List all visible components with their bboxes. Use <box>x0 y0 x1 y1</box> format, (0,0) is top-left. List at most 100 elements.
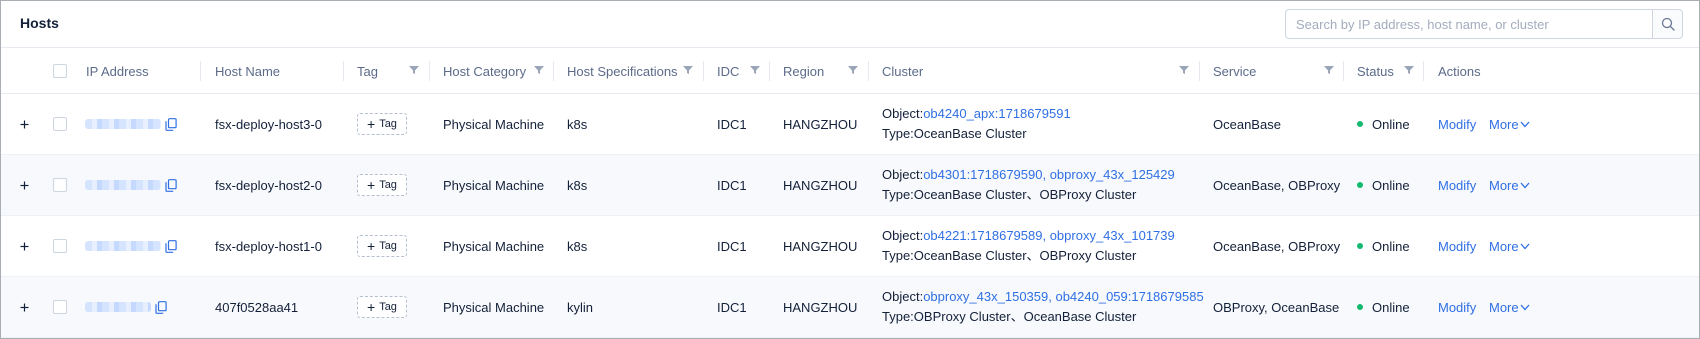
add-tag-button[interactable]: + Tag <box>357 113 407 135</box>
expand-cell <box>19 155 33 215</box>
copy-icon[interactable] <box>165 178 177 192</box>
cluster-type: Type:OceanBase Cluster、OBProxy Cluster <box>882 187 1137 202</box>
copy-icon[interactable] <box>155 300 167 314</box>
page-header: Hosts <box>1 1 1699 47</box>
copy-icon[interactable] <box>165 239 177 253</box>
tag-cell: + Tag <box>357 94 407 154</box>
service-cell: OceanBase, OBProxy <box>1213 238 1341 254</box>
filter-icon[interactable] <box>1324 65 1334 75</box>
row-checkbox[interactable] <box>53 117 67 131</box>
hosts-table: IP Address Host Name Tag Host Category H… <box>1 47 1699 338</box>
cluster-type: Type:OceanBase Cluster、OBProxy Cluster <box>882 248 1137 263</box>
status-cell: Online <box>1357 94 1410 154</box>
add-tag-button[interactable]: + Tag <box>357 296 407 318</box>
idc-cell: IDC1 <box>717 299 747 315</box>
cluster-cell: Object:obproxy_43x_150359, ob4240_059:17… <box>882 277 1204 337</box>
column-label: Host Name <box>215 63 281 79</box>
cluster-object-link[interactable]: ob4301:1718679590, obproxy_43x_125429 <box>923 167 1175 182</box>
column-host-name: Host Name <box>201 48 344 94</box>
expand-button[interactable] <box>19 119 30 130</box>
filter-icon[interactable] <box>683 65 693 75</box>
ip-address-cell <box>85 277 200 337</box>
filter-icon[interactable] <box>534 65 544 75</box>
add-tag-label: Tag <box>379 240 397 252</box>
host-category-cell: Physical Machine <box>443 299 545 315</box>
host-name-cell: fsx-deploy-host2-0 <box>215 177 322 193</box>
host-specifications-cell: k8s <box>567 238 588 254</box>
expand-button[interactable] <box>19 180 30 191</box>
more-dropdown[interactable]: More <box>1489 94 1530 154</box>
filter-icon[interactable] <box>409 65 419 75</box>
more-label: More <box>1489 299 1519 315</box>
row-checkbox[interactable] <box>53 178 67 192</box>
search-button[interactable] <box>1652 9 1683 39</box>
copy-icon[interactable] <box>165 117 177 131</box>
column-tag: Tag <box>344 48 430 94</box>
add-tag-label: Tag <box>379 179 397 191</box>
row-checkbox[interactable] <box>53 300 67 314</box>
plus-icon <box>20 181 29 189</box>
region-cell: HANGZHOU <box>783 177 858 193</box>
filter-icon[interactable] <box>1179 65 1189 75</box>
cluster-object-link[interactable]: ob4240_apx:1718679591 <box>923 106 1070 121</box>
row-select-cell <box>53 216 73 276</box>
table-row: fsx-deploy-host2-0 + Tag Physical Machin… <box>1 155 1699 216</box>
modify-link[interactable]: Modify <box>1438 216 1476 276</box>
online-status-dot <box>1357 243 1363 249</box>
ip-address-cell <box>85 216 200 276</box>
column-region: Region <box>770 48 869 94</box>
modify-link[interactable]: Modify <box>1438 155 1476 215</box>
column-host-specifications: Host Specifications <box>554 48 704 94</box>
row-checkbox[interactable] <box>53 239 67 253</box>
idc-cell: IDC1 <box>717 177 747 193</box>
column-label: Host Category <box>443 63 527 79</box>
host-name-cell: fsx-deploy-host3-0 <box>215 116 322 132</box>
expand-cell <box>19 277 33 337</box>
cluster-object-link[interactable]: ob4221:1718679589, obproxy_43x_101739 <box>923 228 1175 243</box>
cluster-object: Object:ob4301:1718679590, obproxy_43x_12… <box>882 165 1175 185</box>
idc-cell: IDC1 <box>717 238 747 254</box>
more-dropdown[interactable]: More <box>1489 277 1530 337</box>
region-cell: HANGZHOU <box>783 238 858 254</box>
online-status-dot <box>1357 121 1363 127</box>
more-label: More <box>1489 116 1519 132</box>
cluster-object-prefix: Object: <box>882 106 924 121</box>
more-dropdown[interactable]: More <box>1489 216 1530 276</box>
modify-link[interactable]: Modify <box>1438 94 1476 154</box>
more-label: More <box>1489 177 1519 193</box>
modify-link[interactable]: Modify <box>1438 277 1476 337</box>
select-all-checkbox[interactable] <box>53 64 67 78</box>
search-input[interactable] <box>1285 9 1653 39</box>
column-label: Host Specifications <box>567 63 678 79</box>
expand-button[interactable] <box>19 302 30 313</box>
row-select-cell <box>53 277 73 337</box>
expand-cell <box>19 94 33 154</box>
search-box <box>1285 9 1683 39</box>
status-cell: Online <box>1357 155 1410 215</box>
column-label: IP Address <box>86 63 149 79</box>
cluster-object-link[interactable]: obproxy_43x_150359, ob4240_059:171867958… <box>923 289 1203 304</box>
table-body: fsx-deploy-host3-0 + Tag Physical Machin… <box>1 94 1699 338</box>
status-text: Online <box>1372 177 1410 193</box>
more-dropdown[interactable]: More <box>1489 155 1530 215</box>
add-tag-button[interactable]: + Tag <box>357 174 407 196</box>
filter-icon[interactable] <box>848 65 858 75</box>
cluster-type: Type:OBProxy Cluster、OceanBase Cluster <box>882 309 1137 324</box>
service-cell: OceanBase, OBProxy <box>1213 177 1341 193</box>
plus-icon <box>20 120 29 128</box>
add-tag-button[interactable]: + Tag <box>357 235 407 257</box>
column-status: Status <box>1344 48 1424 94</box>
host-name-cell: fsx-deploy-host1-0 <box>215 238 322 254</box>
cluster-object-prefix: Object: <box>882 228 924 243</box>
cluster-type: Type:OceanBase Cluster <box>882 126 1027 141</box>
expand-button[interactable] <box>19 241 30 252</box>
column-idc: IDC <box>704 48 770 94</box>
column-actions: Actions <box>1424 48 1574 94</box>
host-category-cell: Physical Machine <box>443 116 545 132</box>
host-specifications-cell: kylin <box>567 299 594 315</box>
column-label: Tag <box>357 63 378 79</box>
chevron-down-icon <box>1520 121 1530 127</box>
filter-icon[interactable] <box>750 65 760 75</box>
plus-icon: + <box>367 177 376 193</box>
filter-icon[interactable] <box>1404 65 1414 75</box>
